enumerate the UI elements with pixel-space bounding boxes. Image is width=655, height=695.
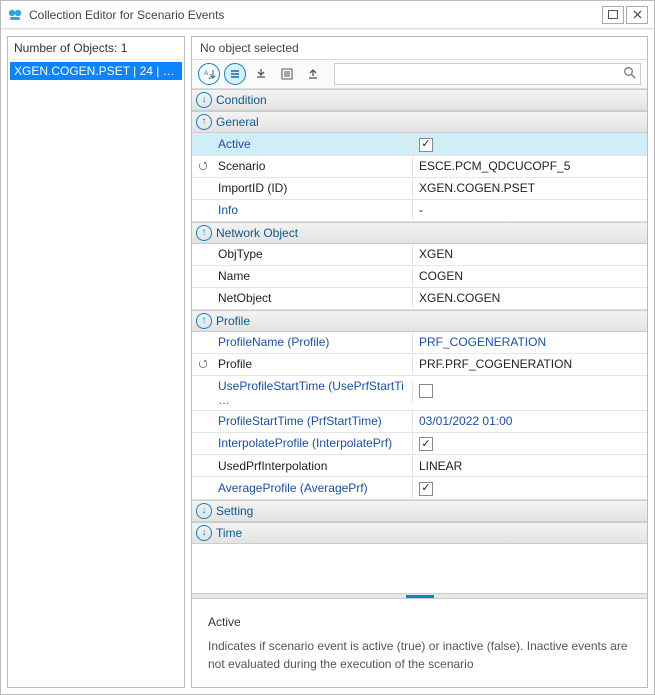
prop-info[interactable]: Info - xyxy=(192,200,647,222)
prop-profilename[interactable]: ProfileName (Profile) PRF_COGENERATION xyxy=(192,332,647,354)
prop-usedinterp[interactable]: UsedPrfInterpolation LINEAR xyxy=(192,455,647,477)
group-setting[interactable]: ↓ Setting xyxy=(192,500,647,522)
prop-value[interactable] xyxy=(412,381,647,404)
prop-netobject[interactable]: NetObject XGEN.COGEN xyxy=(192,288,647,310)
prop-profile[interactable]: ⭯ Profile PRF.PRF_COGENERATION xyxy=(192,354,647,376)
sort-button[interactable]: AZ xyxy=(198,63,220,85)
prop-label: ProfileStartTime (PrfStartTime) xyxy=(214,411,412,431)
prop-avgprf[interactable]: AverageProfile (AveragePrf) ✓ xyxy=(192,477,647,500)
app-icon xyxy=(7,7,23,23)
prop-value[interactable]: COGEN xyxy=(412,266,647,286)
prop-label: ObjType xyxy=(214,244,412,264)
chevron-up-icon[interactable]: ↑ xyxy=(196,313,212,329)
object-list-item[interactable]: XGEN.COGEN.PSET | 24 | [MW] xyxy=(10,62,182,80)
prop-label: NetObject xyxy=(214,288,412,308)
object-count-label: Number of Objects: 1 xyxy=(8,37,184,60)
property-panel: No object selected AZ xyxy=(191,36,648,688)
prop-useprfstart[interactable]: UseProfileStartTime (UsePrfStartTi … xyxy=(192,376,647,411)
import-button[interactable] xyxy=(250,63,272,85)
prop-active[interactable]: Active ✓ xyxy=(192,133,647,156)
description-body: Indicates if scenario event is active (t… xyxy=(208,637,631,673)
prop-value[interactable]: ✓ xyxy=(412,477,647,499)
svg-text:A: A xyxy=(204,71,208,77)
group-network-object[interactable]: ↑ Network Object xyxy=(192,222,647,244)
prop-value[interactable]: XGEN.COGEN.PSET xyxy=(412,178,647,198)
close-button[interactable] xyxy=(626,6,648,24)
prop-label: Name xyxy=(214,266,412,286)
group-condition[interactable]: ↓ Condition xyxy=(192,89,647,111)
chevron-down-icon[interactable]: ↓ xyxy=(196,503,212,519)
restore-button[interactable] xyxy=(602,6,624,24)
property-search[interactable] xyxy=(334,63,641,85)
prop-name-field[interactable]: Name COGEN xyxy=(192,266,647,288)
group-general[interactable]: ↑ General xyxy=(192,111,647,133)
search-input[interactable] xyxy=(339,67,619,81)
prop-value[interactable]: XGEN.COGEN xyxy=(412,288,647,308)
search-icon[interactable] xyxy=(619,66,636,82)
list-button[interactable] xyxy=(276,63,298,85)
prop-label: UseProfileStartTime (UsePrfStartTi … xyxy=(214,376,412,410)
prop-objtype[interactable]: ObjType XGEN xyxy=(192,244,647,266)
prop-label: UsedPrfInterpolation xyxy=(214,456,412,476)
prop-label: ImportID (ID) xyxy=(214,178,412,198)
description-panel: Active Indicates if scenario event is ac… xyxy=(192,599,647,687)
collection-editor-window: Collection Editor for Scenario Events Nu… xyxy=(0,0,655,695)
prop-value[interactable]: PRF.PRF_COGENERATION xyxy=(412,354,647,374)
panel-splitter[interactable] xyxy=(192,593,647,599)
prop-label: Info xyxy=(214,200,412,220)
prop-value[interactable]: ✓ xyxy=(412,133,647,155)
group-profile[interactable]: ↑ Profile xyxy=(192,310,647,332)
prop-label: AverageProfile (AveragePrf) xyxy=(214,478,412,498)
prop-label: InterpolateProfile (InterpolatePrf) xyxy=(214,433,412,453)
prop-value[interactable]: ✓ xyxy=(412,433,647,455)
selection-status: No object selected xyxy=(192,37,647,59)
prop-value[interactable]: PRF_COGENERATION xyxy=(412,332,647,352)
prop-label: Scenario xyxy=(214,156,412,176)
checkbox-checked-icon[interactable]: ✓ xyxy=(419,482,433,496)
object-list-panel: Number of Objects: 1 XGEN.COGEN.PSET | 2… xyxy=(7,36,185,688)
chevron-down-icon[interactable]: ↓ xyxy=(196,525,212,541)
checkbox-unchecked-icon[interactable] xyxy=(419,384,433,398)
export-button[interactable] xyxy=(302,63,324,85)
property-toolbar: AZ xyxy=(192,59,647,89)
chevron-up-icon[interactable]: ↑ xyxy=(196,114,212,130)
window-title: Collection Editor for Scenario Events xyxy=(29,8,600,22)
description-title: Active xyxy=(208,613,631,631)
checkbox-checked-icon[interactable]: ✓ xyxy=(419,437,433,451)
editor-body: Number of Objects: 1 XGEN.COGEN.PSET | 2… xyxy=(1,29,654,694)
prop-importid[interactable]: ImportID (ID) XGEN.COGEN.PSET xyxy=(192,178,647,200)
prop-interp[interactable]: InterpolateProfile (InterpolatePrf) ✓ xyxy=(192,433,647,456)
prop-scenario[interactable]: ⭯ Scenario ESCE.PCM_QDCUCOPF_5 xyxy=(192,156,647,178)
prop-value[interactable]: XGEN xyxy=(412,244,647,264)
chevron-down-icon[interactable]: ↓ xyxy=(196,92,212,108)
chevron-up-icon[interactable]: ↑ xyxy=(196,225,212,241)
link-icon: ⭯ xyxy=(192,355,214,374)
prop-value[interactable]: ESCE.PCM_QDCUCOPF_5 xyxy=(412,156,647,176)
prop-label: ProfileName (Profile) xyxy=(214,332,412,352)
property-grid[interactable]: ↓ Condition ↑ General Active ✓ ⭯ Scenari… xyxy=(192,89,647,593)
object-list[interactable]: XGEN.COGEN.PSET | 24 | [MW] xyxy=(8,60,184,687)
prop-label: Profile xyxy=(214,354,412,374)
categorize-button[interactable] xyxy=(224,63,246,85)
prop-value[interactable]: - xyxy=(412,200,647,220)
group-time[interactable]: ↓ Time xyxy=(192,522,647,544)
prop-label: Active xyxy=(214,134,412,154)
checkbox-checked-icon[interactable]: ✓ xyxy=(419,138,433,152)
prop-value[interactable]: 03/01/2022 01:00 xyxy=(412,411,647,431)
prop-prfstart[interactable]: ProfileStartTime (PrfStartTime) 03/01/20… xyxy=(192,411,647,433)
link-icon: ⭯ xyxy=(192,157,214,176)
prop-value[interactable]: LINEAR xyxy=(412,456,647,476)
titlebar: Collection Editor for Scenario Events xyxy=(1,1,654,29)
svg-text:Z: Z xyxy=(209,75,213,81)
